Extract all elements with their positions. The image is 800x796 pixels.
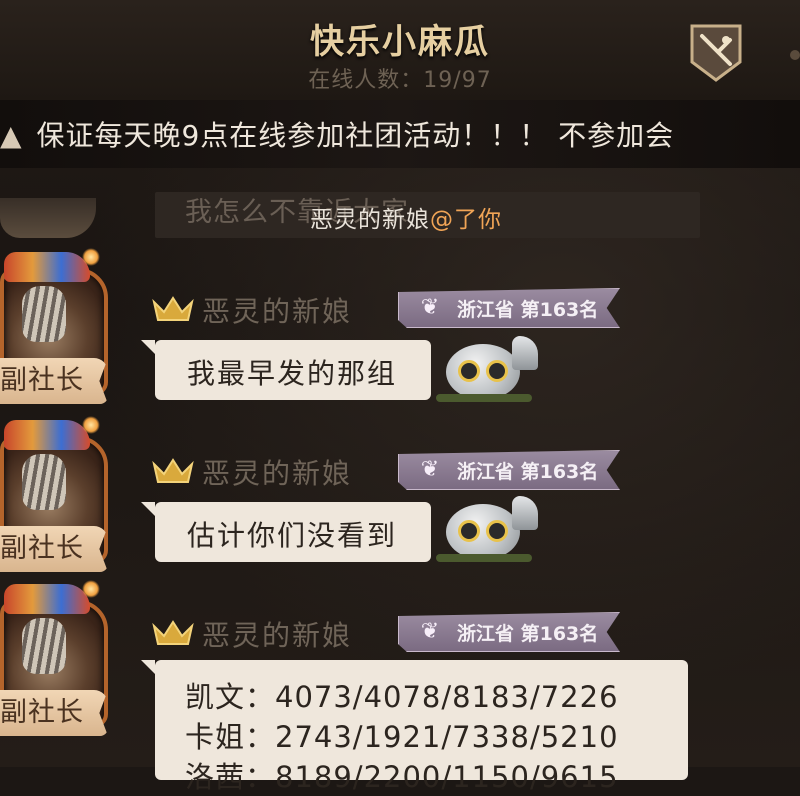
megaphone-icon: ▲ (0, 119, 23, 152)
mask-icon: ❦ (420, 295, 440, 320)
sender-name[interactable]: 恶灵的新娘 (202, 290, 352, 330)
rank-badge[interactable]: ❦ 浙江省 第163名 (398, 450, 620, 490)
avatar-frame-ornament (0, 198, 96, 238)
mask-icon: ❦ (420, 457, 440, 482)
mention-label: @了你 (430, 207, 502, 233)
owl-sticker-icon[interactable] (436, 496, 538, 566)
role-tag: 副社长 (0, 358, 108, 404)
dragon-crest-icon (4, 252, 90, 282)
member-avatar[interactable]: 副社长 (0, 580, 112, 740)
rank-text: 浙江省 第163名 (457, 461, 599, 483)
mask-icon: ❦ (420, 619, 440, 644)
stat-line: 凯文：4073/4078/8183/7226 (185, 680, 619, 714)
rank-badge[interactable]: ❦ 浙江省 第163名 (398, 612, 620, 652)
rank-badge[interactable]: ❦ 浙江省 第163名 (398, 288, 620, 328)
spark-icon (82, 580, 100, 598)
dragon-crest-icon (4, 584, 90, 614)
sender-name[interactable]: 恶灵的新娘 (202, 614, 352, 654)
spark-icon (82, 416, 100, 434)
cat-avatar-image (22, 286, 66, 342)
rank-text: 浙江省 第163名 (457, 299, 599, 321)
club-header: 快乐小麻瓜 在线人数：19/97 (0, 0, 800, 100)
member-avatar[interactable]: 副社长 (0, 416, 112, 576)
message-text: 我最早发的那组 (187, 357, 398, 390)
message-bubble[interactable]: 凯文：4073/4078/8183/7226 卡姐：2743/1921/7338… (141, 660, 688, 794)
message-bubble[interactable]: 估计你们没看到 (141, 502, 431, 562)
dragon-crest-icon (4, 420, 90, 450)
role-tag: 副社长 (0, 526, 108, 572)
stat-line: 卡姐：2743/1921/7338/5210 (185, 720, 619, 754)
notice-text: 保证每天晚9点在线参加社团活动！！！ 不参加会 (36, 119, 675, 152)
message-text: 估计你们没看到 (187, 519, 398, 552)
crown-icon (152, 620, 194, 645)
crown-icon (152, 296, 194, 321)
cat-avatar-image (22, 618, 66, 674)
message-bubble[interactable]: 我最早发的那组 (141, 340, 431, 400)
member-avatar[interactable]: 副社长 (0, 248, 112, 408)
owl-sticker-icon[interactable] (436, 336, 538, 406)
stat-line: 洛茜：8189/2200/1150/9615 (185, 760, 619, 794)
mention-sender: 恶灵的新娘 (310, 207, 430, 233)
spark-icon (82, 248, 100, 266)
club-emblem-icon[interactable] (688, 22, 744, 84)
role-tag: 副社长 (0, 690, 108, 736)
avatar-column: 副社长 副社长 副社长 (0, 168, 130, 767)
mention-text[interactable]: 恶灵的新娘@了你 (310, 200, 502, 234)
cat-avatar-image (22, 454, 66, 510)
club-notice-banner[interactable]: ▲ 保证每天晚9点在线参加社团活动！！！ 不参加会 (0, 100, 800, 168)
online-count: 在线人数：19/97 (308, 68, 492, 93)
sender-name[interactable]: 恶灵的新娘 (202, 452, 352, 492)
rank-text: 浙江省 第163名 (457, 623, 599, 645)
menu-dot-icon[interactable] (790, 50, 800, 60)
crown-icon (152, 458, 194, 483)
club-title: 快乐小麻瓜 (310, 22, 490, 62)
